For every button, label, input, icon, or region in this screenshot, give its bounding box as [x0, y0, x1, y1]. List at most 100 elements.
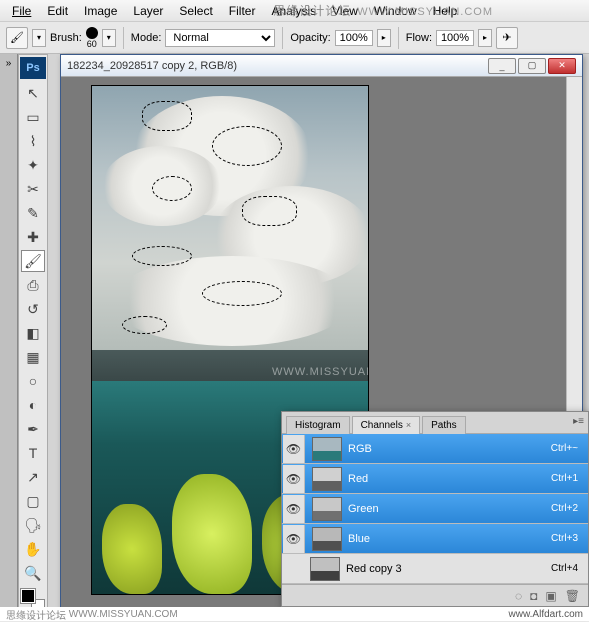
menu-layer[interactable]: Layer [125, 4, 171, 18]
channel-thumbnail [312, 437, 342, 461]
selection-marquee [132, 246, 192, 266]
notes-tool[interactable]: 🗣 [21, 514, 45, 536]
minimize-button[interactable]: _ [488, 58, 516, 74]
document-title: 182234_20928517 copy 2, RGB/8) [67, 60, 237, 72]
panel-tabs: HistogramChannels×Paths ▸≡ [282, 412, 588, 434]
opacity-label: Opacity: [290, 32, 330, 44]
channel-shortcut: Ctrl+~ [551, 443, 588, 454]
wand-tool[interactable]: ✦ [21, 154, 45, 176]
panel-menu-icon[interactable]: ▸≡ [573, 416, 584, 427]
channel-row-blue[interactable]: 👁 BlueCtrl+3 [282, 524, 588, 554]
brush-dropdown[interactable]: ▾ [102, 29, 116, 47]
airbrush-icon[interactable]: ✈ [496, 27, 518, 49]
channel-name: Red [348, 473, 551, 485]
toolbox: Ps ↖▭⌇✦✂✎✚🖌⎙↺◧▦○◐✒T↗▢🗣✋🔍 [18, 54, 48, 621]
options-bar: 🖌 ▾ Brush: 60 ▾ Mode: Normal Opacity: ▸ … [0, 22, 589, 54]
flow-input[interactable] [436, 30, 474, 46]
footer-alfdart: www.Alfdart.com [509, 609, 583, 620]
tab-paths[interactable]: Paths [422, 416, 466, 434]
stamp-tool[interactable]: ⎙ [21, 274, 45, 296]
selection-marquee [212, 126, 282, 166]
visibility-icon[interactable]: 👁 [283, 495, 305, 523]
mode-label: Mode: [131, 32, 162, 44]
brush-size-value: 60 [87, 39, 97, 49]
channels-panel: HistogramChannels×Paths▸≡ 👁RGBCtrl+~👁Red… [281, 411, 589, 607]
dodge-tool[interactable]: ◐ [21, 394, 45, 416]
brush-tool[interactable]: 🖌 [21, 250, 45, 272]
foreground-color[interactable] [21, 589, 35, 603]
menu-image[interactable]: Image [76, 4, 125, 18]
load-selection-icon[interactable]: ◌ [515, 589, 522, 603]
visibility-icon[interactable]: 👁 [283, 435, 305, 463]
channel-row-red-copy-3[interactable]: Red copy 3Ctrl+4 [282, 554, 588, 584]
blur-tool[interactable]: ○ [21, 370, 45, 392]
gradient-tool[interactable]: ▦ [21, 346, 45, 368]
delete-channel-icon[interactable]: 🗑 [565, 589, 580, 603]
selection-marquee [152, 176, 192, 201]
selection-marquee [242, 196, 297, 226]
history-brush-tool[interactable]: ↺ [21, 298, 45, 320]
tool-preset-icon[interactable]: 🖌 [6, 27, 28, 49]
shape-tool[interactable]: ▢ [21, 490, 45, 512]
tab-histogram[interactable]: Histogram [286, 416, 350, 434]
flow-label: Flow: [406, 32, 432, 44]
crop-tool[interactable]: ✂ [21, 178, 45, 200]
channel-shortcut: Ctrl+3 [551, 533, 588, 544]
maximize-button[interactable]: ▢ [518, 58, 546, 74]
channel-shortcut: Ctrl+4 [551, 563, 588, 574]
tab-channels[interactable]: Channels× [352, 416, 421, 434]
sky-region [92, 86, 368, 381]
eyedropper-tool[interactable]: ✎ [21, 202, 45, 224]
separator [282, 27, 283, 49]
coral [172, 474, 252, 594]
path-tool[interactable]: ↗ [21, 466, 45, 488]
palette-strip[interactable]: » [0, 54, 18, 621]
hand-tool[interactable]: ✋ [21, 538, 45, 560]
move-tool[interactable]: ↖ [21, 82, 45, 104]
mountain-region [92, 350, 368, 380]
mode-select[interactable]: Normal [165, 29, 275, 47]
footer-bar: 思缘设计论坛 WWW.MISSYUAN.COM www.Alfdart.com [0, 607, 589, 621]
preset-dropdown[interactable]: ▾ [32, 29, 46, 47]
new-channel-icon[interactable]: ▣ [545, 589, 556, 603]
channel-name: RGB [348, 443, 551, 455]
separator [123, 27, 124, 49]
channel-thumbnail [312, 467, 342, 491]
channel-row-red[interactable]: 👁 RedCtrl+1 [282, 464, 588, 494]
marquee-tool[interactable]: ▭ [21, 106, 45, 128]
type-tool[interactable]: T [21, 442, 45, 464]
menu-edit[interactable]: Edit [39, 4, 76, 18]
pen-tool[interactable]: ✒ [21, 418, 45, 440]
healing-tool[interactable]: ✚ [21, 226, 45, 248]
zoom-tool[interactable]: 🔍 [21, 562, 45, 584]
document-titlebar[interactable]: 182234_20928517 copy 2, RGB/8) _ ▢ ✕ [61, 55, 582, 77]
menu-filter[interactable]: Filter [221, 4, 264, 18]
close-button[interactable]: ✕ [548, 58, 576, 74]
channel-thumbnail [310, 557, 340, 581]
eraser-tool[interactable]: ◧ [21, 322, 45, 344]
visibility-icon[interactable]: 👁 [283, 465, 305, 493]
menu-file[interactable]: File [4, 4, 39, 18]
lasso-tool[interactable]: ⌇ [21, 130, 45, 152]
channel-name: Red copy 3 [346, 563, 551, 575]
channel-name: Blue [348, 533, 551, 545]
selection-marquee [122, 316, 167, 334]
brush-preview[interactable]: 60 [86, 27, 98, 49]
channel-row-green[interactable]: 👁GreenCtrl+2 [282, 494, 588, 524]
flow-slider[interactable]: ▸ [478, 29, 492, 47]
channel-thumbnail [312, 497, 342, 521]
opacity-input[interactable] [335, 30, 373, 46]
canvas-area: 182234_20928517 copy 2, RGB/8) _ ▢ ✕ [48, 54, 589, 621]
selection-marquee [202, 281, 282, 306]
watermark-top: 思缘设计论坛WWW.MISSYUAN.COM [273, 2, 493, 19]
opacity-slider[interactable]: ▸ [377, 29, 391, 47]
footer-url: WWW.MISSYUAN.COM [69, 609, 178, 620]
menu-select[interactable]: Select [171, 4, 220, 18]
channel-row-rgb[interactable]: 👁 RGBCtrl+~ [282, 434, 588, 464]
panel-footer: ◌ ◘ ▣ 🗑 [282, 584, 588, 606]
save-selection-icon[interactable]: ◘ [530, 589, 537, 603]
visibility-icon[interactable]: 👁 [283, 525, 305, 553]
brush-label: Brush: [50, 32, 82, 44]
ps-logo-icon: Ps [20, 57, 46, 79]
channel-shortcut: Ctrl+1 [551, 473, 588, 484]
